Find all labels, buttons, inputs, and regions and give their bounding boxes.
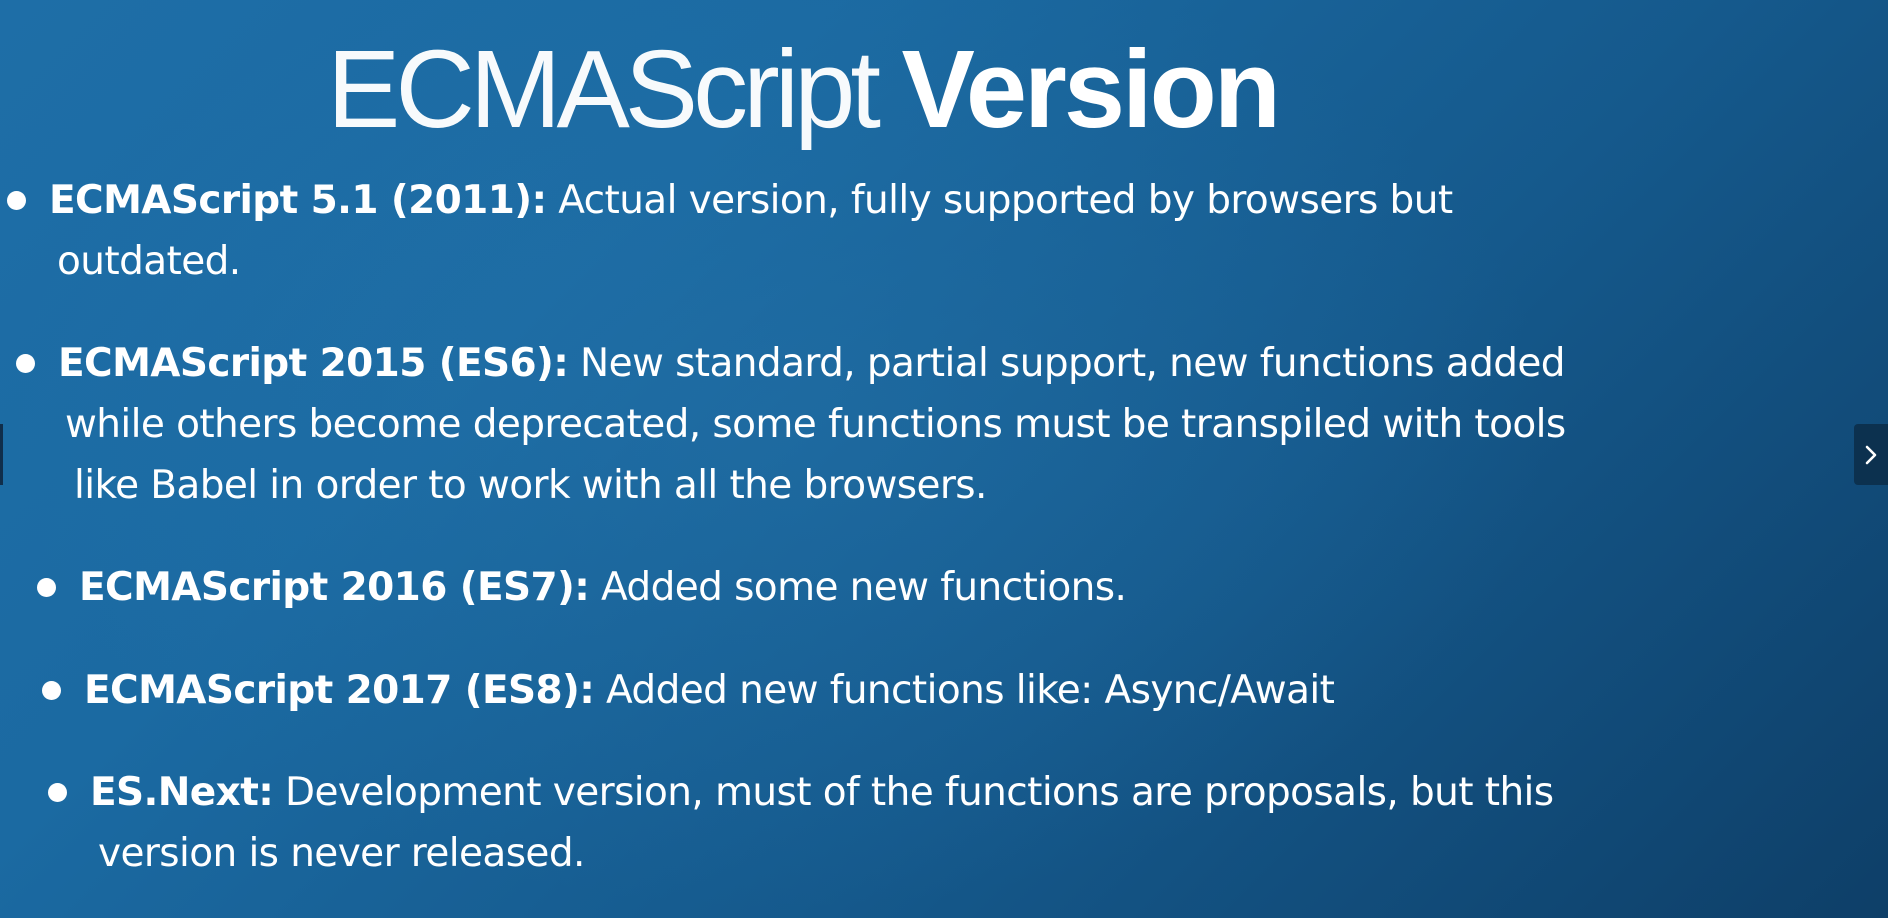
bullet-term: ECMAScript 2017 (ES8):: [84, 668, 595, 713]
bullet-dot-icon: [7, 191, 26, 210]
bullet-dot-icon: [37, 578, 56, 597]
chevron-right-icon: [1865, 445, 1877, 465]
slide-title: ECMAScript Version: [327, 22, 1281, 157]
bullet-line: ECMAScript 2016 (ES7): Added some new fu…: [79, 557, 1127, 618]
left-edge-marker: [0, 424, 3, 485]
bullet-item-esnext: ES.Next: Development version, must of th…: [0, 762, 1700, 892]
slide-title-bold: Version: [901, 28, 1281, 151]
bullet-item-es8: ECMAScript 2017 (ES8): Added new functio…: [0, 660, 1600, 725]
bullet-text: Added some new functions.: [589, 565, 1127, 610]
slide-title-light: ECMAScript: [327, 28, 881, 151]
bullet-text: Actual version, fully supported by brows…: [546, 178, 1453, 223]
bullet-dot-icon: [42, 681, 61, 700]
bullet-line: ES.Next: Development version, must of th…: [90, 762, 1554, 823]
bullet-continuation: like Babel in order to work with all the…: [74, 463, 987, 508]
bullet-line: ECMAScript 2015 (ES6): New standard, par…: [58, 333, 1566, 394]
bullet-text: New standard, partial support, new funct…: [568, 341, 1566, 386]
bullet-continuation: while others become deprecated, some fun…: [65, 402, 1566, 447]
bullet-text: Added new functions like: Async/Await: [594, 668, 1335, 713]
bullet-term: ECMAScript 2015 (ES6):: [58, 341, 569, 386]
bullet-term: ES.Next:: [90, 770, 274, 815]
bullet-item-es6: ECMAScript 2015 (ES6): New standard, par…: [0, 333, 1700, 523]
bullet-dot-icon: [16, 354, 35, 373]
bullet-dot-icon: [48, 783, 67, 802]
bullet-text: Development version, must of the functio…: [273, 770, 1554, 815]
bullet-term: ECMAScript 2016 (ES7):: [79, 565, 590, 610]
bullet-line: ECMAScript 2017 (ES8): Added new functio…: [84, 660, 1335, 721]
next-slide-button[interactable]: [1854, 424, 1888, 485]
bullet-line: ECMAScript 5.1 (2011): Actual version, f…: [49, 170, 1453, 231]
bullet-item-es5: ECMAScript 5.1 (2011): Actual version, f…: [0, 170, 1600, 300]
bullet-continuation: outdated.: [57, 239, 241, 284]
bullet-term: ECMAScript 5.1 (2011):: [49, 178, 547, 223]
bullet-item-es7: ECMAScript 2016 (ES7): Added some new fu…: [0, 557, 1600, 622]
bullet-continuation: version is never released.: [98, 831, 585, 876]
